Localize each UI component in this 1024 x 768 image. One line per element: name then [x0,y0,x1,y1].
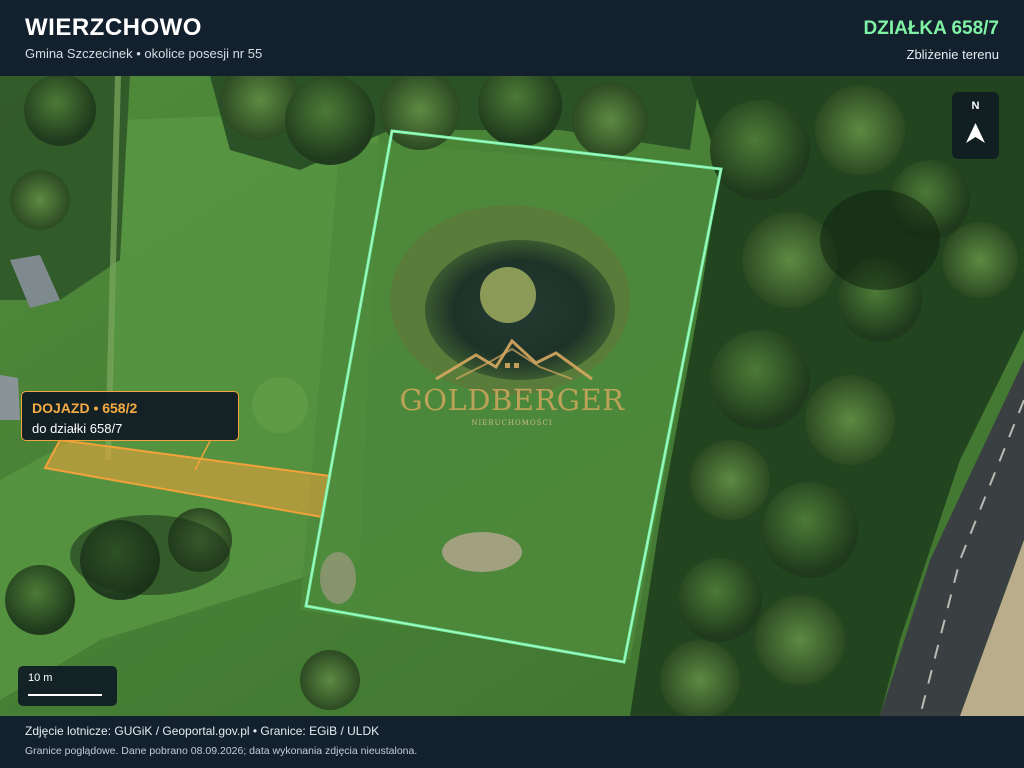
north-arrow-icon [966,123,985,143]
parcel-subtitle: Zbliżenie terenu [906,47,1000,62]
watermark-tagline: NIERUCHOMOŚCI [471,419,553,427]
scale-label: 10 m [28,672,53,684]
rubble-patch [442,532,522,572]
source-attribution: Zdjęcie lotnicze: GUGiK / Geoportal.gov.… [25,724,380,738]
pond-island [480,267,536,323]
tree-shadow [820,190,940,290]
location-subtitle: Gmina Szczecinek • okolice posesji nr 55 [25,46,263,61]
header-bar: WIERZCHOWO Gmina Szczecinek • okolice po… [0,0,1024,76]
access-subtitle: do działki 658/7 [32,421,123,436]
disclaimer: Granice poglądowe. Dane pobrano 08.09.20… [25,745,418,757]
tree-shadow [70,515,230,595]
watermark-brand: GOLDBERGER [399,383,625,417]
scale-bar [28,694,102,696]
scale-bar-box: 10 m [18,666,117,706]
mountain-roof-logo-icon [435,338,593,381]
footer-bar: Zdjęcie lotnicze: GUGiK / Geoportal.gov.… [0,716,1024,768]
location-title: WIERZCHOWO [25,14,202,41]
access-title: DOJAZD • 658/2 [32,400,138,416]
rubble-patch [320,552,356,604]
access-label-box: DOJAZD • 658/2 do działki 658/7 [21,391,239,441]
watermark: GOLDBERGER NIERUCHOMOŚCI [396,333,628,433]
parcel-title: DZIAŁKA 658/7 [863,18,1000,39]
north-label: N [971,100,980,112]
north-indicator: N [952,92,999,159]
